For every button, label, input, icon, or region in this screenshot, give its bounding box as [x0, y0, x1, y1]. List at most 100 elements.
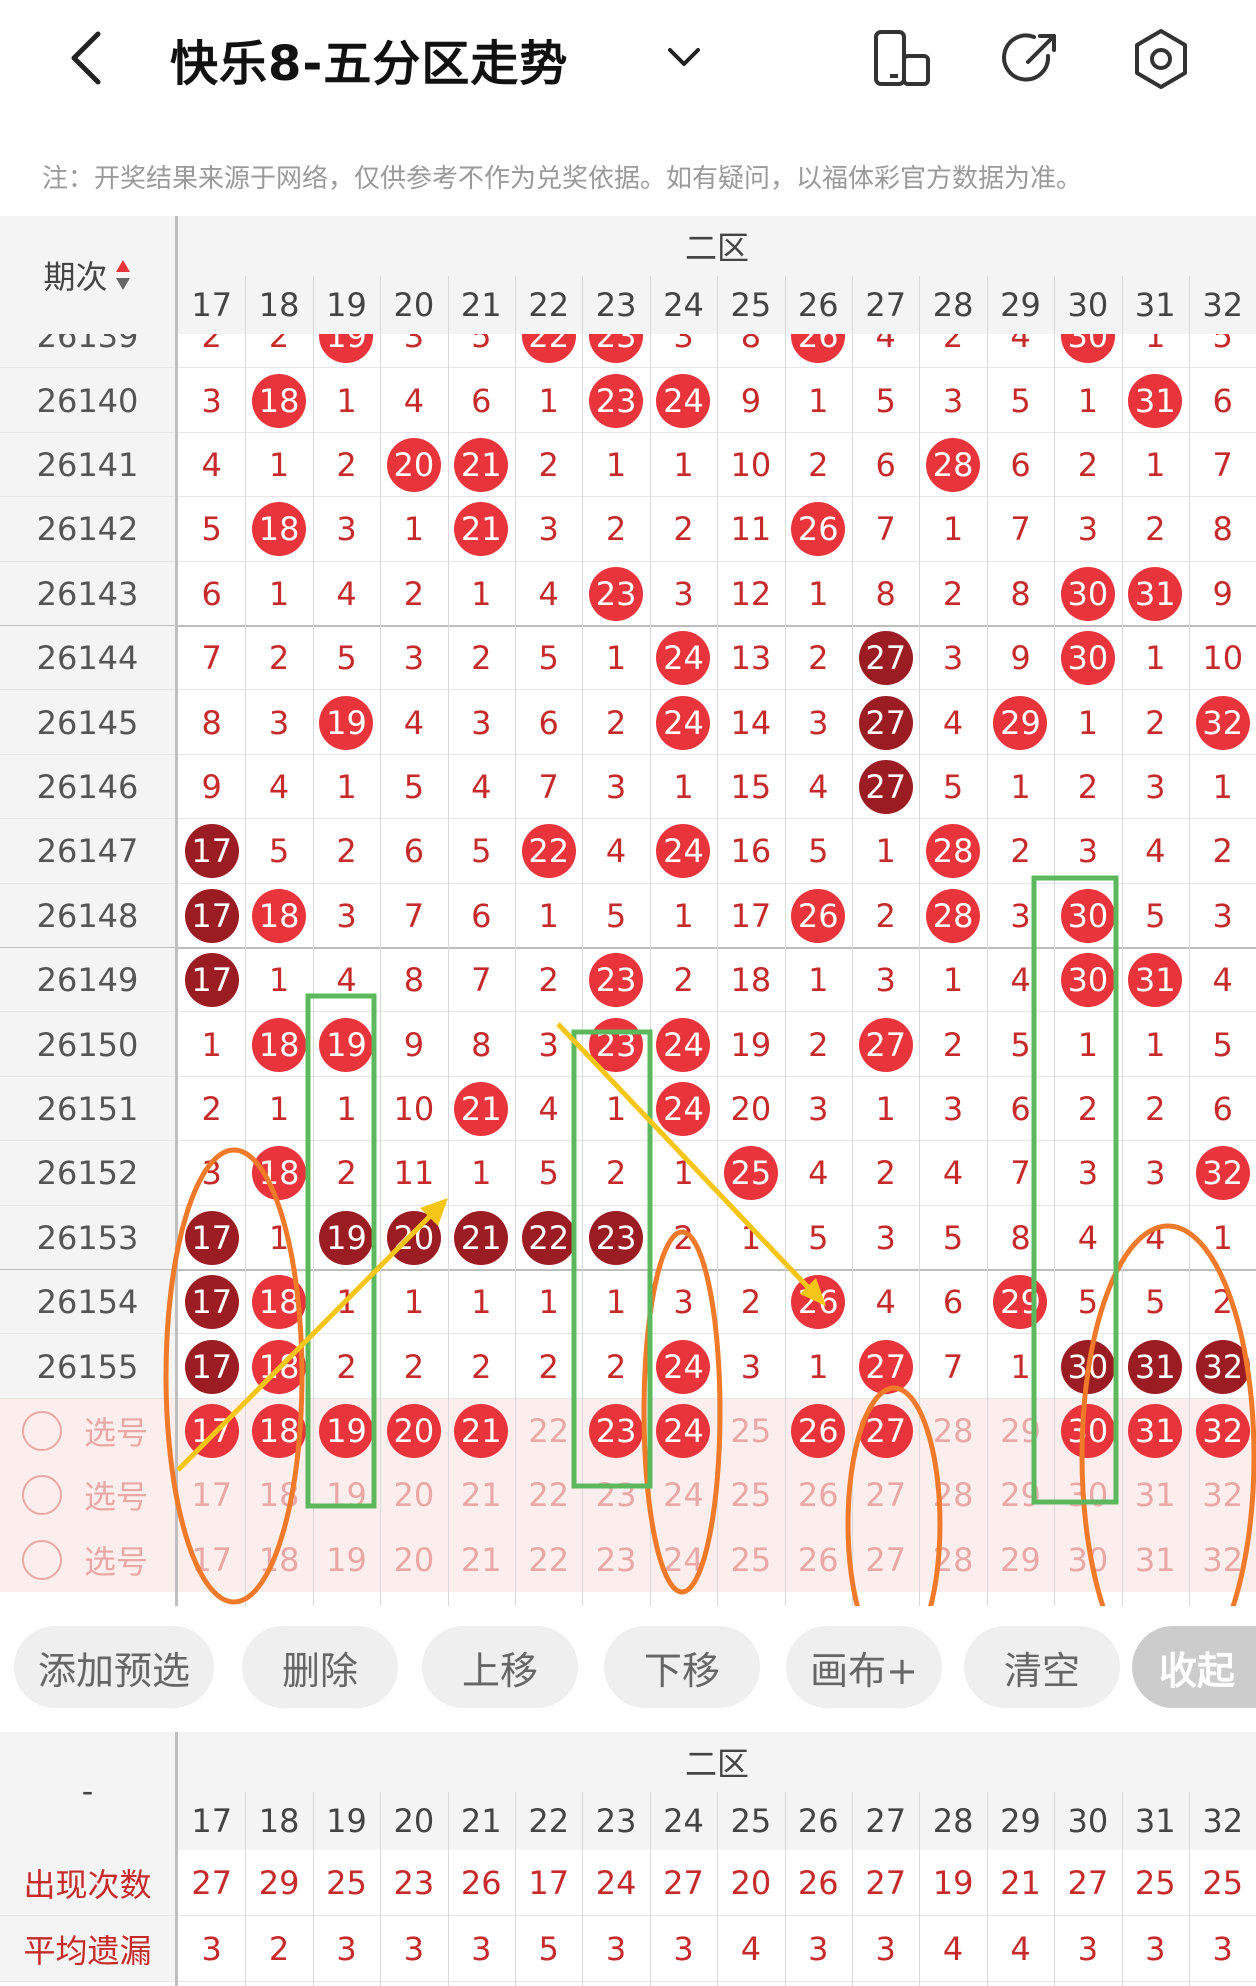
table-cell[interactable]: 1: [178, 1012, 245, 1076]
table-cell[interactable]: 20: [380, 433, 447, 497]
table-cell[interactable]: 1: [582, 626, 649, 690]
table-cell[interactable]: 4: [1054, 1206, 1121, 1270]
table-cell[interactable]: 23: [582, 948, 649, 1012]
pick-cell[interactable]: 30: [1054, 1399, 1121, 1463]
pick-cell[interactable]: 21: [448, 1399, 515, 1463]
chevron-down-icon[interactable]: [662, 38, 706, 76]
table-cell[interactable]: 1: [717, 1206, 784, 1270]
table-cell[interactable]: 2: [1054, 1077, 1121, 1141]
table-cell[interactable]: 3: [852, 1206, 919, 1270]
table-cell[interactable]: 31: [1122, 948, 1189, 1012]
table-cell[interactable]: 19: [717, 1012, 784, 1076]
table-cell[interactable]: 19: [313, 690, 380, 754]
table-cell[interactable]: 3: [1054, 819, 1121, 883]
pick-cell[interactable]: 24: [650, 1399, 717, 1463]
pick-cell[interactable]: 25: [717, 1399, 784, 1463]
table-cell[interactable]: 2: [515, 1334, 582, 1398]
table-cell[interactable]: 23: [582, 562, 649, 626]
pick-cell[interactable]: 19: [313, 1528, 380, 1592]
pick-cell[interactable]: 17: [178, 1463, 245, 1527]
share-icon[interactable]: [998, 26, 1064, 92]
pick-cell[interactable]: 22: [515, 1528, 582, 1592]
pick-cell[interactable]: 17: [178, 1399, 245, 1463]
table-cell[interactable]: 4: [919, 1141, 986, 1205]
table-cell[interactable]: 2: [650, 948, 717, 1012]
sort-icon[interactable]: [114, 258, 132, 292]
table-cell[interactable]: 21: [448, 1206, 515, 1270]
table-cell[interactable]: 6: [987, 1077, 1054, 1141]
table-cell[interactable]: 1: [1054, 368, 1121, 432]
table-cell[interactable]: 4: [785, 1141, 852, 1205]
table-cell[interactable]: 3: [448, 690, 515, 754]
pick-cell[interactable]: 24: [650, 1528, 717, 1592]
pick-cell[interactable]: 19: [313, 1399, 380, 1463]
radio-button[interactable]: [22, 1410, 62, 1451]
pick-cell[interactable]: 22: [515, 1399, 582, 1463]
table-cell[interactable]: 1: [313, 1270, 380, 1334]
table-cell[interactable]: 24: [650, 1012, 717, 1076]
pick-cell[interactable]: 26: [785, 1463, 852, 1527]
pick-cell[interactable]: 20: [380, 1528, 447, 1592]
table-cell[interactable]: 4: [380, 690, 447, 754]
table-cell[interactable]: 24: [650, 626, 717, 690]
table-cell[interactable]: 3: [1054, 497, 1121, 561]
table-cell[interactable]: 1: [582, 433, 649, 497]
pick-cell[interactable]: 27: [852, 1528, 919, 1592]
table-cell[interactable]: 17: [178, 1270, 245, 1334]
table-cell[interactable]: 18: [245, 1334, 312, 1398]
table-cell[interactable]: 24: [650, 690, 717, 754]
table-cell[interactable]: 3: [1122, 1141, 1189, 1205]
table-cell[interactable]: 24: [650, 1334, 717, 1398]
table-cell[interactable]: 5: [380, 755, 447, 819]
table-cell[interactable]: 3: [650, 562, 717, 626]
radio-button[interactable]: [22, 1539, 62, 1580]
table-cell[interactable]: 23: [582, 1012, 649, 1076]
table-cell[interactable]: 6: [1189, 1077, 1256, 1141]
table-cell[interactable]: 11: [717, 497, 784, 561]
table-cell[interactable]: 2: [650, 497, 717, 561]
table-cell[interactable]: 6: [1189, 368, 1256, 432]
table-cell[interactable]: 6: [919, 1270, 986, 1334]
table-cell[interactable]: 1: [448, 1141, 515, 1205]
table-cell[interactable]: 5: [178, 497, 245, 561]
table-cell[interactable]: 5: [785, 1206, 852, 1270]
table-cell[interactable]: 9: [380, 1012, 447, 1076]
pick-cell[interactable]: 27: [852, 1463, 919, 1527]
pick-cell[interactable]: 21: [448, 1528, 515, 1592]
table-cell[interactable]: 30: [1054, 948, 1121, 1012]
table-cell[interactable]: 18: [245, 1012, 312, 1076]
table-cell[interactable]: 2: [448, 1334, 515, 1398]
table-cell[interactable]: 1: [448, 562, 515, 626]
table-cell[interactable]: 3: [245, 690, 312, 754]
table-cell[interactable]: 9: [717, 368, 784, 432]
back-arrow-icon[interactable]: [58, 28, 118, 88]
table-cell[interactable]: 18: [245, 368, 312, 432]
table-cell[interactable]: 5: [515, 1141, 582, 1205]
table-cell[interactable]: 18: [245, 884, 312, 948]
page-title[interactable]: 快乐8-五分区走势: [170, 24, 568, 94]
table-cell[interactable]: 28: [919, 433, 986, 497]
table-cell[interactable]: 2: [313, 433, 380, 497]
pick-cell[interactable]: 18: [245, 1399, 312, 1463]
table-cell[interactable]: 1: [987, 1334, 1054, 1398]
table-cell[interactable]: 3: [717, 1334, 784, 1398]
table-cell[interactable]: 4: [582, 819, 649, 883]
canvas-plus-button[interactable]: 画布+: [786, 1626, 942, 1708]
table-cell[interactable]: 1: [650, 1141, 717, 1205]
table-cell[interactable]: 3: [313, 884, 380, 948]
pick-cell[interactable]: 20: [380, 1399, 447, 1463]
table-cell[interactable]: 29: [987, 1270, 1054, 1334]
table-cell[interactable]: 19: [313, 1012, 380, 1076]
table-cell[interactable]: 4: [178, 433, 245, 497]
table-cell[interactable]: 8: [178, 690, 245, 754]
pick-cell[interactable]: 27: [852, 1399, 919, 1463]
table-cell[interactable]: 6: [178, 562, 245, 626]
table-cell[interactable]: 5: [919, 755, 986, 819]
table-cell[interactable]: 2: [178, 1077, 245, 1141]
table-cell[interactable]: 3: [919, 368, 986, 432]
table-cell[interactable]: 8: [448, 1012, 515, 1076]
table-cell[interactable]: 18: [245, 1270, 312, 1334]
table-cell[interactable]: 1: [1122, 626, 1189, 690]
table-cell[interactable]: 2: [785, 626, 852, 690]
table-cell[interactable]: 8: [852, 562, 919, 626]
